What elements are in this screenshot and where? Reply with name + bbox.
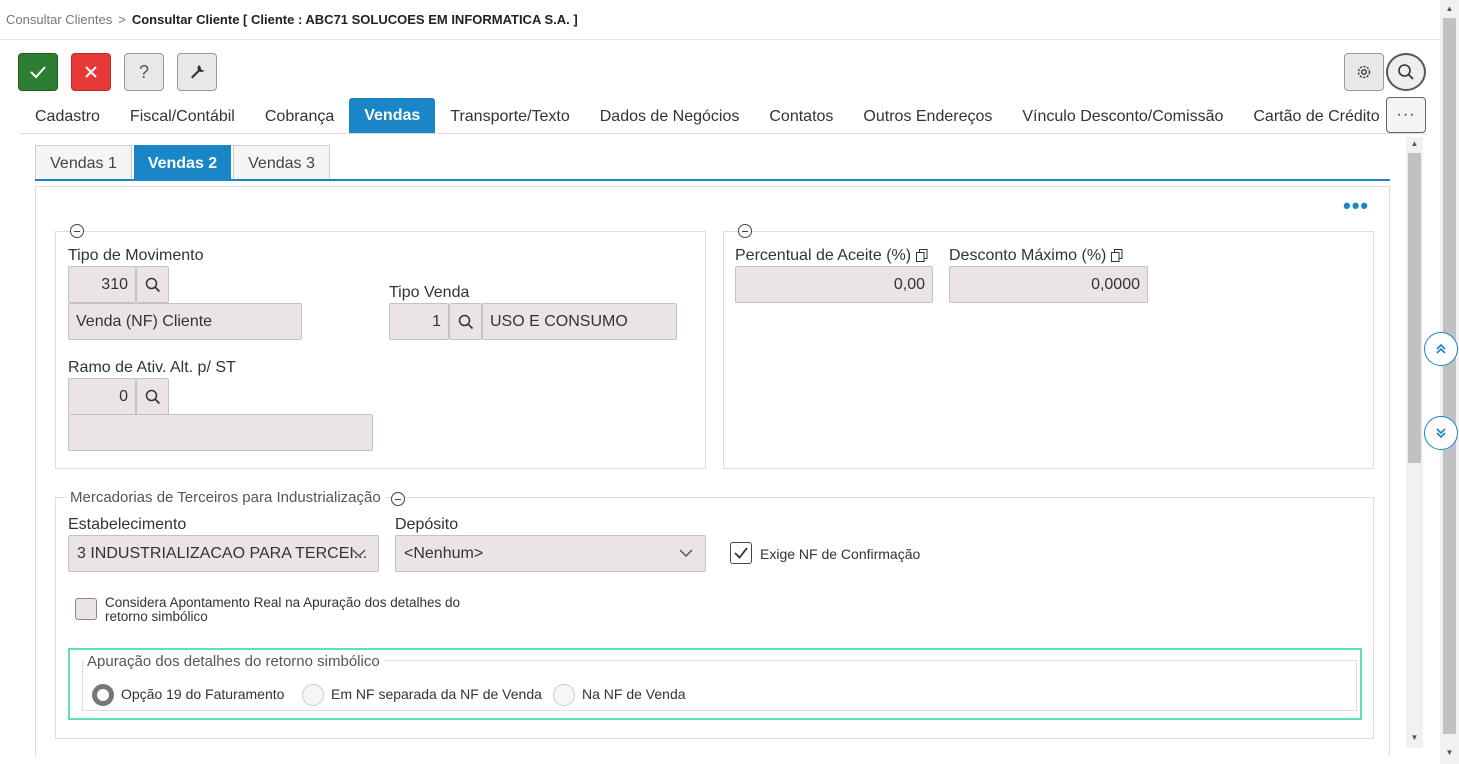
double-chevron-up-icon <box>1436 343 1446 354</box>
tools-button[interactable] <box>177 53 217 91</box>
tipo-movimento-lookup-button[interactable] <box>136 266 169 303</box>
tipo-movimento-label: Tipo de Movimento <box>68 247 204 264</box>
search-icon <box>458 314 473 329</box>
desconto-maximo-input[interactable]: 0,0000 <box>949 266 1148 303</box>
close-icon <box>85 66 97 78</box>
apuracao-legend: Apuração dos detalhes do retorno simbóli… <box>83 653 384 670</box>
estabelecimento-value: 3 INDUSTRIALIZACAO PARA TERCEI... <box>77 544 368 562</box>
tipo-movimento-description: Venda (NF) Cliente <box>68 303 302 340</box>
tab-vinculo-desconto-comissao[interactable]: Vínculo Desconto/Comissão <box>1007 98 1238 134</box>
tab-contatos[interactable]: Contatos <box>754 98 848 134</box>
tab-fiscal-contabil[interactable]: Fiscal/Contábil <box>115 98 250 134</box>
tab-dados-de-negocios[interactable]: Dados de Negócios <box>585 98 755 134</box>
desconto-maximo-label: Desconto Máximo (%) <box>949 247 1123 265</box>
exige-nf-label: Exige NF de Confirmação <box>760 546 921 562</box>
deposito-value: <Nenhum> <box>404 544 484 562</box>
radio-opcao-19-label: Opção 19 do Faturamento <box>121 686 285 702</box>
deposito-select[interactable]: <Nenhum> <box>395 535 706 572</box>
ellipsis-icon: ··· <box>1396 106 1416 123</box>
search-icon <box>1398 64 1414 80</box>
considera-apontamento-checkbox[interactable] <box>75 598 97 620</box>
ramo-ativ-description <box>68 414 373 451</box>
search-button[interactable] <box>1386 53 1426 91</box>
chevron-down-icon <box>679 549 693 558</box>
tab-vendas-2[interactable]: Vendas 2 <box>134 145 231 181</box>
tab-outros-enderecos[interactable]: Outros Endereços <box>848 98 1007 134</box>
tab-cartao-de-credito[interactable]: Cartão de Crédito <box>1238 98 1394 134</box>
content-scroll-down-icon[interactable]: ▼ <box>1406 733 1423 742</box>
content-menu-icon[interactable]: ••• <box>1343 195 1369 217</box>
page-scrollbar[interactable]: ▲ ▼ <box>1440 0 1459 764</box>
chevron-down-icon <box>352 549 366 558</box>
collapse-section-icon[interactable] <box>70 224 84 238</box>
question-icon: ? <box>138 61 149 82</box>
content-scroll-up-icon[interactable]: ▲ <box>1406 139 1423 148</box>
more-tabs-button[interactable]: ··· <box>1386 97 1426 133</box>
tipo-venda-code-input[interactable]: 1 <box>389 303 449 340</box>
desconto-maximo-label-text: Desconto Máximo (%) <box>949 247 1107 264</box>
ramo-ativ-code-input[interactable]: 0 <box>68 378 136 415</box>
breadcrumb-current: Consultar Cliente [ Cliente : ABC71 SOLU… <box>131 12 578 27</box>
radio-nf-separada-label: Em NF separada da NF de Venda <box>331 686 542 702</box>
estabelecimento-label: Estabelecimento <box>68 516 187 533</box>
help-button[interactable]: ? <box>124 53 164 91</box>
considera-apontamento-label-line1: Considera Apontamento Real na Apuração d… <box>105 595 461 610</box>
collapse-section-icon[interactable] <box>738 224 752 238</box>
search-icon <box>145 277 160 292</box>
scroll-to-bottom-button[interactable] <box>1424 416 1458 450</box>
content-scrollbar-thumb[interactable] <box>1408 153 1421 463</box>
radio-na-nf-venda[interactable] <box>553 684 575 706</box>
percentual-aceite-input[interactable]: 0,00 <box>735 266 933 303</box>
breadcrumb-parent-link[interactable]: Consultar Clientes <box>6 12 112 27</box>
scroll-to-top-button[interactable] <box>1424 332 1458 366</box>
cancel-button[interactable] <box>71 53 111 91</box>
main-tabs: Cadastro Fiscal/Contábil Cobrança Vendas… <box>20 98 1395 134</box>
considera-apontamento-label-line2: retorno simbólico <box>105 609 208 624</box>
tab-vendas-3[interactable]: Vendas 3 <box>233 145 330 181</box>
radio-opcao-19-faturamento[interactable] <box>92 684 114 706</box>
confirm-button[interactable] <box>18 53 58 91</box>
tipo-venda-label: Tipo Venda <box>389 284 470 301</box>
tab-cobranca[interactable]: Cobrança <box>250 98 349 134</box>
sub-tabs: Vendas 1 Vendas 2 Vendas 3 <box>35 145 332 181</box>
wrench-icon <box>191 65 205 79</box>
tipo-venda-lookup-button[interactable] <box>449 303 482 340</box>
tipo-movimento-code-input[interactable]: 310 <box>68 266 136 303</box>
ramo-ativ-lookup-button[interactable] <box>136 378 169 415</box>
collapse-section-icon[interactable] <box>391 492 405 506</box>
checkmark-icon <box>734 547 748 559</box>
percentual-aceite-label: Percentual de Aceite (%) <box>735 247 928 265</box>
ramo-ativ-label: Ramo de Ativ. Alt. p/ ST <box>68 359 236 376</box>
copy-icon[interactable] <box>1110 249 1123 262</box>
tab-vendas-1[interactable]: Vendas 1 <box>35 145 132 181</box>
exige-nf-checkbox[interactable] <box>730 542 752 564</box>
radio-nf-separada[interactable] <box>302 684 324 706</box>
settings-button[interactable] <box>1344 53 1384 91</box>
considera-apontamento-label: Considera Apontamento Real na Apuração d… <box>105 596 460 624</box>
double-chevron-down-icon <box>1436 428 1446 439</box>
tab-vendas[interactable]: Vendas <box>349 98 436 134</box>
mercadorias-legend: Mercadorias de Terceiros para Industrial… <box>66 489 385 506</box>
content-scrollbar[interactable]: ▲ ▼ <box>1406 137 1423 748</box>
sub-tabs-divider <box>35 179 1390 181</box>
deposito-label: Depósito <box>395 516 459 533</box>
tab-transporte-texto[interactable]: Transporte/Texto <box>435 98 584 134</box>
breadcrumb-separator: > <box>118 12 126 27</box>
breadcrumb: Consultar Clientes > Consultar Cliente [… <box>0 0 1440 40</box>
tab-cadastro[interactable]: Cadastro <box>20 98 115 134</box>
main-tabs-divider <box>20 133 1426 134</box>
page-scrollbar-thumb[interactable] <box>1443 18 1456 734</box>
percentual-aceite-label-text: Percentual de Aceite (%) <box>735 247 912 264</box>
copy-icon[interactable] <box>915 249 928 262</box>
radio-na-nf-venda-label: Na NF de Venda <box>582 686 686 702</box>
check-icon <box>30 66 46 79</box>
scroll-up-arrow-icon[interactable]: ▲ <box>1440 4 1459 13</box>
search-icon <box>145 389 160 404</box>
estabelecimento-select[interactable]: 3 INDUSTRIALIZACAO PARA TERCEI... <box>68 535 379 572</box>
gear-icon <box>1357 65 1371 79</box>
scroll-down-arrow-icon[interactable]: ▼ <box>1440 748 1459 757</box>
tipo-venda-description: USO E CONSUMO <box>482 303 677 340</box>
